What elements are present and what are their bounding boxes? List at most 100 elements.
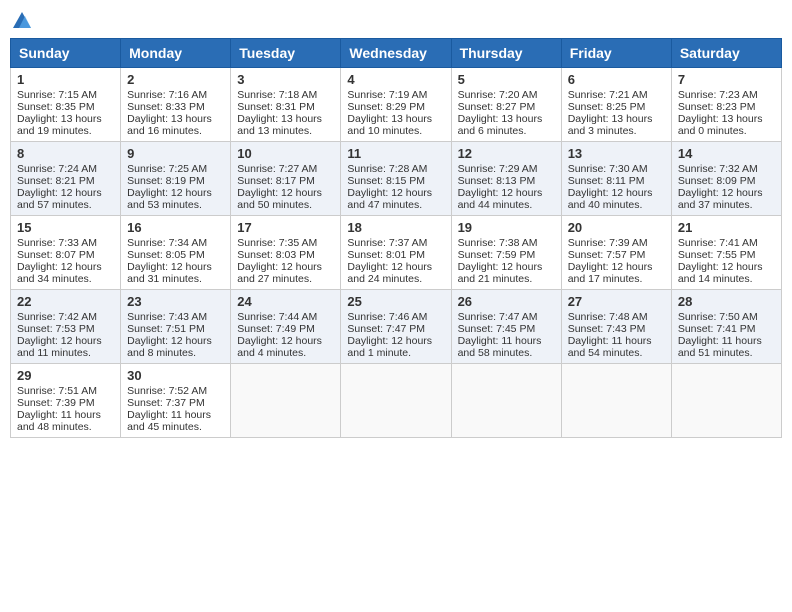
calendar-cell: 26 Sunrise: 7:47 AM Sunset: 7:45 PM Dayl… <box>451 290 561 364</box>
day-number: 6 <box>568 72 665 87</box>
calendar-cell: 2 Sunrise: 7:16 AM Sunset: 8:33 PM Dayli… <box>121 68 231 142</box>
daylight-label: Daylight: 12 hours and 1 minute. <box>347 335 432 359</box>
calendar-cell: 15 Sunrise: 7:33 AM Sunset: 8:07 PM Dayl… <box>11 216 121 290</box>
sunset-label: Sunset: 8:29 PM <box>347 101 425 113</box>
calendar-cell: 17 Sunrise: 7:35 AM Sunset: 8:03 PM Dayl… <box>231 216 341 290</box>
sunset-label: Sunset: 7:45 PM <box>458 323 536 335</box>
weekday-header: Tuesday <box>231 39 341 68</box>
calendar-cell: 14 Sunrise: 7:32 AM Sunset: 8:09 PM Dayl… <box>671 142 781 216</box>
day-number: 12 <box>458 146 555 161</box>
sunrise-label: Sunrise: 7:35 AM <box>237 237 317 249</box>
day-number: 28 <box>678 294 775 309</box>
daylight-label: Daylight: 11 hours and 45 minutes. <box>127 409 211 433</box>
calendar-cell: 22 Sunrise: 7:42 AM Sunset: 7:53 PM Dayl… <box>11 290 121 364</box>
calendar-cell: 27 Sunrise: 7:48 AM Sunset: 7:43 PM Dayl… <box>561 290 671 364</box>
day-number: 27 <box>568 294 665 309</box>
sunrise-label: Sunrise: 7:27 AM <box>237 163 317 175</box>
day-number: 10 <box>237 146 334 161</box>
sunrise-label: Sunrise: 7:30 AM <box>568 163 648 175</box>
daylight-label: Daylight: 13 hours and 13 minutes. <box>237 113 322 137</box>
calendar-cell: 10 Sunrise: 7:27 AM Sunset: 8:17 PM Dayl… <box>231 142 341 216</box>
calendar-cell: 16 Sunrise: 7:34 AM Sunset: 8:05 PM Dayl… <box>121 216 231 290</box>
sunset-label: Sunset: 8:13 PM <box>458 175 536 187</box>
sunset-label: Sunset: 8:09 PM <box>678 175 756 187</box>
sunset-label: Sunset: 7:51 PM <box>127 323 205 335</box>
sunrise-label: Sunrise: 7:15 AM <box>17 89 97 101</box>
sunrise-label: Sunrise: 7:33 AM <box>17 237 97 249</box>
daylight-label: Daylight: 11 hours and 51 minutes. <box>678 335 762 359</box>
sunrise-label: Sunrise: 7:19 AM <box>347 89 427 101</box>
calendar-cell: 5 Sunrise: 7:20 AM Sunset: 8:27 PM Dayli… <box>451 68 561 142</box>
day-number: 19 <box>458 220 555 235</box>
sunset-label: Sunset: 7:59 PM <box>458 249 536 261</box>
day-number: 14 <box>678 146 775 161</box>
daylight-label: Daylight: 12 hours and 27 minutes. <box>237 261 322 285</box>
day-number: 3 <box>237 72 334 87</box>
daylight-label: Daylight: 12 hours and 8 minutes. <box>127 335 212 359</box>
day-number: 22 <box>17 294 114 309</box>
calendar-week-row: 1 Sunrise: 7:15 AM Sunset: 8:35 PM Dayli… <box>11 68 782 142</box>
sunrise-label: Sunrise: 7:28 AM <box>347 163 427 175</box>
sunrise-label: Sunrise: 7:46 AM <box>347 311 427 323</box>
daylight-label: Daylight: 13 hours and 6 minutes. <box>458 113 543 137</box>
day-number: 18 <box>347 220 444 235</box>
daylight-label: Daylight: 12 hours and 34 minutes. <box>17 261 102 285</box>
calendar-cell: 28 Sunrise: 7:50 AM Sunset: 7:41 PM Dayl… <box>671 290 781 364</box>
sunrise-label: Sunrise: 7:23 AM <box>678 89 758 101</box>
calendar-cell <box>561 364 671 438</box>
sunset-label: Sunset: 7:55 PM <box>678 249 756 261</box>
calendar-cell <box>341 364 451 438</box>
sunset-label: Sunset: 8:11 PM <box>568 175 645 187</box>
calendar-header-row: SundayMondayTuesdayWednesdayThursdayFrid… <box>11 39 782 68</box>
calendar-cell: 29 Sunrise: 7:51 AM Sunset: 7:39 PM Dayl… <box>11 364 121 438</box>
sunrise-label: Sunrise: 7:25 AM <box>127 163 207 175</box>
sunset-label: Sunset: 8:01 PM <box>347 249 425 261</box>
calendar-cell: 18 Sunrise: 7:37 AM Sunset: 8:01 PM Dayl… <box>341 216 451 290</box>
daylight-label: Daylight: 12 hours and 21 minutes. <box>458 261 543 285</box>
sunset-label: Sunset: 7:47 PM <box>347 323 425 335</box>
sunrise-label: Sunrise: 7:50 AM <box>678 311 758 323</box>
sunset-label: Sunset: 7:43 PM <box>568 323 646 335</box>
calendar-cell: 7 Sunrise: 7:23 AM Sunset: 8:23 PM Dayli… <box>671 68 781 142</box>
daylight-label: Daylight: 13 hours and 0 minutes. <box>678 113 763 137</box>
sunrise-label: Sunrise: 7:20 AM <box>458 89 538 101</box>
sunrise-label: Sunrise: 7:34 AM <box>127 237 207 249</box>
daylight-label: Daylight: 12 hours and 31 minutes. <box>127 261 212 285</box>
daylight-label: Daylight: 12 hours and 40 minutes. <box>568 187 653 211</box>
sunrise-label: Sunrise: 7:47 AM <box>458 311 538 323</box>
calendar-cell: 25 Sunrise: 7:46 AM Sunset: 7:47 PM Dayl… <box>341 290 451 364</box>
sunset-label: Sunset: 8:27 PM <box>458 101 536 113</box>
calendar-cell: 11 Sunrise: 7:28 AM Sunset: 8:15 PM Dayl… <box>341 142 451 216</box>
weekday-header: Friday <box>561 39 671 68</box>
weekday-header: Thursday <box>451 39 561 68</box>
sunrise-label: Sunrise: 7:51 AM <box>17 385 97 397</box>
calendar-cell <box>451 364 561 438</box>
day-number: 17 <box>237 220 334 235</box>
sunset-label: Sunset: 8:07 PM <box>17 249 95 261</box>
day-number: 2 <box>127 72 224 87</box>
day-number: 24 <box>237 294 334 309</box>
calendar-cell: 23 Sunrise: 7:43 AM Sunset: 7:51 PM Dayl… <box>121 290 231 364</box>
day-number: 25 <box>347 294 444 309</box>
sunrise-label: Sunrise: 7:32 AM <box>678 163 758 175</box>
sunset-label: Sunset: 8:35 PM <box>17 101 95 113</box>
sunset-label: Sunset: 8:15 PM <box>347 175 425 187</box>
sunrise-label: Sunrise: 7:18 AM <box>237 89 317 101</box>
daylight-label: Daylight: 12 hours and 4 minutes. <box>237 335 322 359</box>
day-number: 4 <box>347 72 444 87</box>
calendar-week-row: 22 Sunrise: 7:42 AM Sunset: 7:53 PM Dayl… <box>11 290 782 364</box>
day-number: 20 <box>568 220 665 235</box>
weekday-header: Monday <box>121 39 231 68</box>
daylight-label: Daylight: 13 hours and 19 minutes. <box>17 113 102 137</box>
calendar-cell: 12 Sunrise: 7:29 AM Sunset: 8:13 PM Dayl… <box>451 142 561 216</box>
sunset-label: Sunset: 8:33 PM <box>127 101 205 113</box>
sunrise-label: Sunrise: 7:43 AM <box>127 311 207 323</box>
daylight-label: Daylight: 11 hours and 58 minutes. <box>458 335 542 359</box>
daylight-label: Daylight: 12 hours and 53 minutes. <box>127 187 212 211</box>
calendar-cell: 20 Sunrise: 7:39 AM Sunset: 7:57 PM Dayl… <box>561 216 671 290</box>
calendar-cell: 19 Sunrise: 7:38 AM Sunset: 7:59 PM Dayl… <box>451 216 561 290</box>
daylight-label: Daylight: 12 hours and 57 minutes. <box>17 187 102 211</box>
sunset-label: Sunset: 8:17 PM <box>237 175 315 187</box>
day-number: 5 <box>458 72 555 87</box>
calendar-week-row: 29 Sunrise: 7:51 AM Sunset: 7:39 PM Dayl… <box>11 364 782 438</box>
